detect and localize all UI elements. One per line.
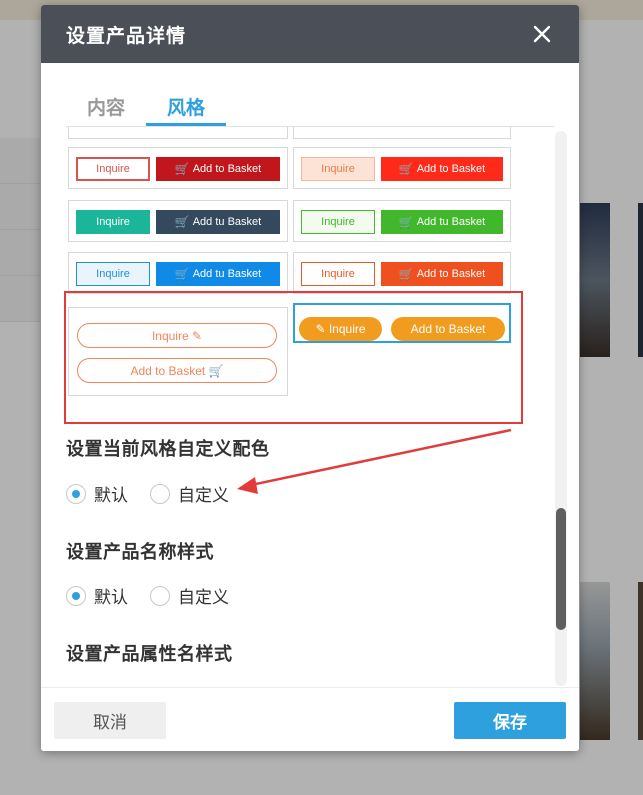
tab-content[interactable]: 内容	[66, 91, 146, 126]
tab-bar: 内容 风格	[66, 91, 554, 127]
radio-custom-label[interactable]: 自定义	[178, 583, 229, 608]
radio-custom[interactable]	[150, 483, 170, 504]
add-to-basket-button-preview: 🛒 Add to Basket	[381, 157, 503, 181]
radio-custom[interactable]	[150, 585, 170, 606]
style-card-4[interactable]: Inquire 🛒 Add tu Basket	[293, 200, 511, 242]
radio-default[interactable]	[66, 483, 86, 504]
name-style-title: 设置产品名称样式	[66, 542, 214, 563]
add-to-basket-button-preview: 🛒 Add tu Basket	[381, 210, 503, 234]
save-button[interactable]: 保存	[454, 702, 566, 739]
custom-color-options: 默认 自定义	[66, 481, 251, 506]
add-to-basket-button-preview: 🛒 Add tu Basket	[156, 262, 280, 286]
radio-default-label[interactable]: 默认	[94, 583, 128, 608]
close-icon[interactable]	[527, 19, 557, 49]
cart-icon: 🛒	[174, 162, 190, 176]
style-card-5[interactable]: Inquire 🛒 Add tu Basket	[68, 252, 288, 294]
cart-icon: 🛒	[174, 215, 190, 229]
cart-icon: 🛒	[398, 267, 414, 281]
inquire-button-preview: Inquire	[76, 262, 150, 286]
add-to-basket-button-preview: 🛒 Add to Basket	[156, 157, 280, 181]
dialog-title: 设置产品详情	[66, 24, 187, 47]
style-card-1[interactable]: Inquire 🛒 Add to Basket	[68, 147, 288, 189]
style-card-6[interactable]: Inquire 🛒 Add to Basket	[293, 252, 511, 294]
style-card[interactable]	[293, 127, 511, 139]
name-style-options: 默认 自定义	[66, 583, 251, 608]
custom-color-title: 设置当前风格自定义配色	[66, 439, 270, 460]
attribute-style-title: 设置产品属性名样式	[66, 644, 233, 665]
radio-default-label[interactable]: 默认	[94, 481, 128, 506]
tab-style[interactable]: 风格	[146, 91, 226, 126]
cart-icon: 🛒	[174, 267, 190, 281]
style-card[interactable]	[68, 127, 288, 139]
inquire-button-preview: Inquire	[301, 262, 375, 286]
scrollbar-thumb[interactable]	[556, 508, 566, 630]
radio-custom-label[interactable]: 自定义	[178, 481, 229, 506]
add-to-basket-button-preview: 🛒 Add tu Basket	[156, 210, 280, 234]
dialog-footer: 取消 保存	[41, 687, 579, 751]
inquire-button-preview: Inquire	[301, 157, 375, 181]
cart-icon: 🛒	[398, 162, 414, 176]
selected-style-outline	[293, 303, 511, 343]
cancel-button[interactable]: 取消	[54, 702, 166, 739]
style-card-2[interactable]: Inquire 🛒 Add to Basket	[293, 147, 511, 189]
add-to-basket-button-preview: 🛒 Add to Basket	[381, 262, 503, 286]
radio-default[interactable]	[66, 585, 86, 606]
dialog-header: 设置产品详情	[41, 5, 579, 63]
inquire-button-preview: Inquire	[76, 157, 150, 181]
inquire-button-preview: Inquire	[301, 210, 375, 234]
product-detail-dialog: 设置产品详情 内容 风格 Inquire 🛒 Add to Basket Inqu…	[41, 5, 579, 751]
style-card-3[interactable]: Inquire 🛒 Add tu Basket	[68, 200, 288, 242]
cart-icon: 🛒	[398, 215, 414, 229]
inquire-button-preview: Inquire	[76, 210, 150, 234]
